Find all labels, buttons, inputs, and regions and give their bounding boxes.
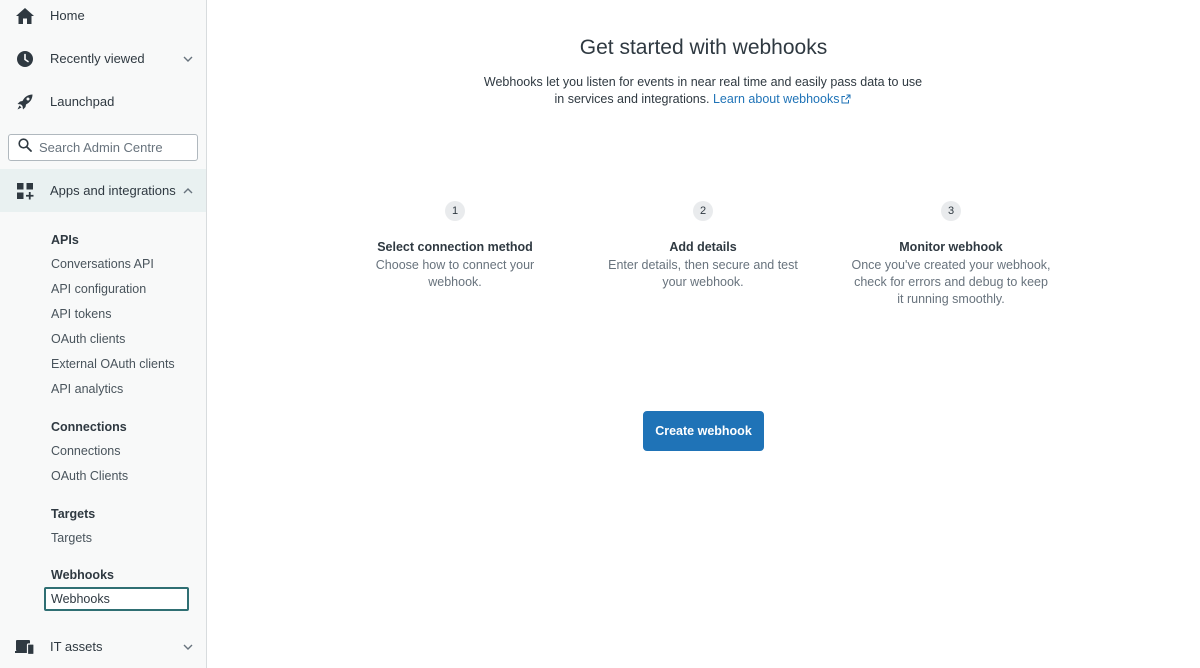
nav-item-it-assets[interactable]: IT assets <box>0 625 206 668</box>
sidebar: Home Recently viewed Launchpad Apps and … <box>0 0 207 668</box>
chevron-up-icon <box>182 185 194 197</box>
step-number-badge: 1 <box>445 201 465 221</box>
sidebar-link-targets[interactable]: Targets <box>51 531 92 545</box>
step-text: Once you've created your webhook, check … <box>851 258 1051 306</box>
nav-item-recently-viewed[interactable]: Recently viewed <box>0 37 206 80</box>
nav-label-launchpad: Launchpad <box>50 94 115 109</box>
sidebar-link-api-tokens[interactable]: API tokens <box>51 307 111 321</box>
step-title: Add details <box>669 240 737 254</box>
search-icon <box>18 138 32 157</box>
step-title: Monitor webhook <box>899 240 1003 254</box>
page-title: Get started with webhooks <box>579 36 828 59</box>
sidebar-link-conversations-api[interactable]: Conversations API <box>51 257 154 271</box>
sidebar-link-webhooks[interactable]: Webhooks <box>44 587 189 611</box>
chevron-down-icon <box>182 53 194 65</box>
devices-icon <box>15 637 35 657</box>
section-heading-connections: Connections <box>51 420 127 434</box>
home-icon <box>15 6 35 26</box>
sidebar-link-api-configuration[interactable]: API configuration <box>51 282 146 296</box>
clock-icon <box>15 49 35 69</box>
nav-label-it-assets: IT assets <box>50 639 103 654</box>
main-content: Get started with webhooks Webhooks let y… <box>207 0 1200 668</box>
chevron-down-icon <box>182 641 194 653</box>
section-heading-apis: APIs <box>51 233 79 247</box>
sidebar-link-oauth-clients[interactable]: OAuth clients <box>51 332 125 346</box>
nav-label-home: Home <box>50 8 85 23</box>
rocket-icon <box>15 92 35 112</box>
step-3: 3 Monitor webhook Once you've created yo… <box>851 201 1051 308</box>
section-heading-webhooks: Webhooks <box>51 568 114 582</box>
page-description: Webhooks let you listen for events in ne… <box>478 74 928 109</box>
step-1: 1 Select connection method Choose how to… <box>355 201 555 291</box>
nav-item-home[interactable]: Home <box>0 0 206 37</box>
nav-label-recently-viewed: Recently viewed <box>50 51 145 66</box>
sidebar-link-external-oauth-clients[interactable]: External OAuth clients <box>51 357 175 371</box>
step-2: 2 Add details Enter details, then secure… <box>603 201 803 291</box>
nav-item-launchpad[interactable]: Launchpad <box>0 80 206 123</box>
sidebar-link-api-analytics[interactable]: API analytics <box>51 382 123 396</box>
learn-link-label: Learn about webhooks <box>712 92 840 106</box>
create-webhook-button[interactable]: Create webhook <box>643 411 764 451</box>
description-text: Webhooks let you listen for events in ne… <box>483 75 923 106</box>
search-box <box>8 134 198 161</box>
step-text: Enter details, then secure and test your… <box>608 258 798 289</box>
nav-item-apps-and-integrations[interactable]: Apps and integrations <box>0 169 206 212</box>
nav-label-apps-and-integrations: Apps and integrations <box>50 183 176 198</box>
sidebar-link-oauth-clients-connections[interactable]: OAuth Clients <box>51 469 128 483</box>
sidebar-link-connections[interactable]: Connections <box>51 444 121 458</box>
step-title: Select connection method <box>377 240 533 254</box>
apps-grid-icon <box>15 181 35 201</box>
step-text: Choose how to connect your webhook. <box>375 258 535 289</box>
step-number-badge: 3 <box>941 201 961 221</box>
learn-about-webhooks-link[interactable]: Learn about webhooks <box>713 92 851 106</box>
step-number-badge: 2 <box>693 201 713 221</box>
external-link-icon <box>841 92 851 109</box>
section-heading-targets: Targets <box>51 507 96 521</box>
search-input[interactable] <box>39 140 189 155</box>
